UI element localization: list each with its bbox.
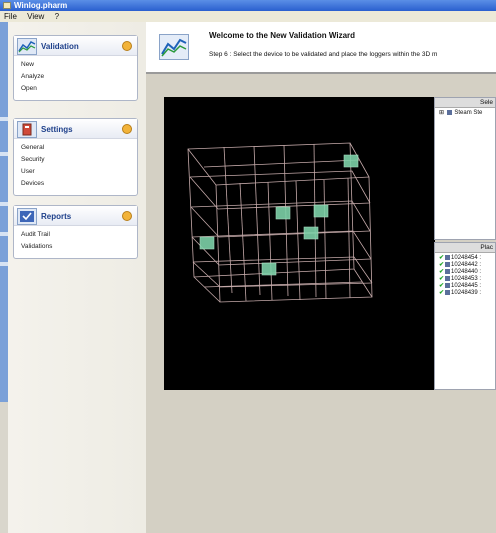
collapse-icon[interactable] — [122, 211, 132, 221]
sidebar-item-new[interactable]: New — [21, 59, 137, 71]
edge-block — [0, 117, 8, 121]
logger-cube[interactable] — [303, 226, 319, 240]
logger-icon — [445, 283, 451, 289]
edge-block — [0, 152, 8, 156]
logger-icon — [445, 269, 451, 275]
sidebar-item-validations[interactable]: Validations — [21, 241, 137, 253]
wizard-header: Welcome to the New Validation Wizard Ste… — [146, 22, 496, 74]
sidebar-item-general[interactable]: General — [21, 142, 137, 154]
sidebar-item-open[interactable]: Open — [21, 83, 137, 95]
logger-icon — [445, 255, 451, 260]
logger-cube[interactable] — [261, 262, 277, 276]
menu-help[interactable]: ? — [55, 12, 59, 21]
edge-block — [0, 232, 8, 236]
check-icon: ✔ — [439, 262, 445, 269]
logger-cube[interactable] — [275, 206, 291, 220]
reports-panel: Reports Audit Trail Validations — [13, 205, 138, 259]
logger-icon — [445, 276, 451, 282]
check-icon: ✔ — [439, 255, 445, 262]
background-window-edge — [0, 22, 8, 402]
collapse-icon[interactable] — [122, 124, 132, 134]
logger-row[interactable]: ✔ 10248442 : — [435, 262, 495, 269]
logger-cube[interactable] — [343, 154, 359, 168]
collapse-icon[interactable] — [122, 41, 132, 51]
sidebar-item-analyze[interactable]: Analyze — [21, 71, 137, 83]
chart-icon — [17, 38, 37, 55]
sidebar: Validation New Analyze Open Settings Gen… — [8, 22, 146, 533]
logger-icon — [445, 262, 451, 268]
sidebar-item-security[interactable]: Security — [21, 154, 137, 166]
validation-panel-title: Validation — [41, 42, 79, 51]
sidebar-item-user[interactable]: User — [21, 166, 137, 178]
logger-place-panel: Plac ✔ 10248454 : ✔ 10248442 : ✔ 10248440 :… — [434, 242, 496, 390]
edge-block — [0, 262, 8, 266]
sidebar-item-devices[interactable]: Devices — [21, 178, 137, 190]
logger-id: 10248440 : — [451, 269, 482, 276]
logger-id: 10248454 : — [451, 255, 482, 262]
logger-row[interactable]: ✔ 10248445 : — [435, 283, 495, 290]
logger-id: 10248442 : — [451, 262, 482, 269]
logger-cube[interactable] — [199, 236, 215, 250]
edge-block — [0, 202, 8, 206]
wizard-area: Welcome to the New Validation Wizard Ste… — [146, 22, 496, 533]
expand-icon[interactable]: ⊞ — [439, 110, 444, 116]
device-select-panel: Sele ⊞ Steam Ste — [434, 97, 496, 240]
chart-icon — [159, 34, 189, 60]
logger-id: 10248439 : — [451, 290, 482, 297]
menu-bar: File View ? — [0, 11, 496, 22]
device-icon — [446, 110, 452, 115]
check-icon: ✔ — [439, 283, 445, 290]
reports-panel-title: Reports — [41, 212, 72, 221]
report-check-icon — [17, 208, 37, 225]
logger-row[interactable]: ✔ 10248454 : — [435, 255, 495, 262]
settings-panel-title: Settings — [41, 125, 73, 134]
3d-chamber-view[interactable] — [164, 97, 435, 390]
device-tree-item[interactable]: ⊞ Steam Ste — [435, 110, 495, 117]
check-icon: ✔ — [439, 269, 445, 276]
title-bar: Winlog.pharm — [0, 0, 496, 11]
logger-row[interactable]: ✔ 10248453 : — [435, 276, 495, 283]
wizard-title: Welcome to the New Validation Wizard — [209, 31, 356, 40]
logger-row[interactable]: ✔ 10248440 : — [435, 269, 495, 276]
reports-panel-header[interactable]: Reports — [14, 206, 137, 226]
menu-file[interactable]: File — [4, 12, 17, 21]
menu-view[interactable]: View — [27, 12, 44, 21]
settings-icon — [17, 121, 37, 138]
device-tree-label: Steam Ste — [454, 110, 483, 117]
logger-id: 10248453 : — [451, 276, 482, 283]
logger-id: 10248445 : — [451, 283, 482, 290]
wizard-step-instructions: Step 6 : Select the device to be validat… — [209, 51, 438, 58]
check-icon: ✔ — [439, 290, 445, 297]
logger-place-header: Plac — [435, 243, 495, 253]
settings-panel-header[interactable]: Settings — [14, 119, 137, 139]
app-icon — [3, 2, 11, 9]
logger-cube[interactable] — [313, 204, 329, 218]
logger-row[interactable]: ✔ 10248439 : — [435, 290, 495, 297]
check-icon: ✔ — [439, 276, 445, 283]
window-title: Winlog.pharm — [14, 1, 68, 10]
sidebar-item-audit-trail[interactable]: Audit Trail — [21, 229, 137, 241]
device-select-header: Sele — [435, 98, 495, 108]
settings-panel: Settings General Security User Devices — [13, 118, 138, 196]
validation-panel: Validation New Analyze Open — [13, 35, 138, 101]
3d-grid[interactable] — [164, 97, 435, 390]
logger-icon — [445, 290, 451, 296]
validation-panel-header[interactable]: Validation — [14, 36, 137, 56]
